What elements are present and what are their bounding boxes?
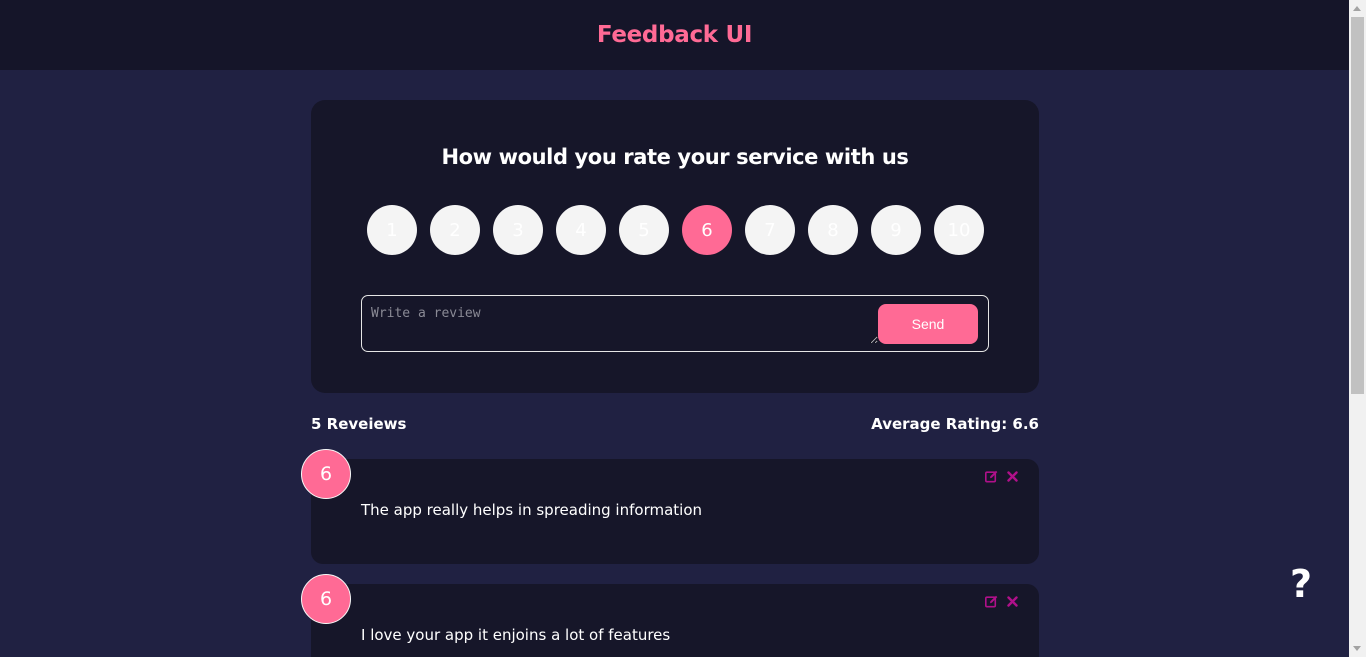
review-input[interactable]	[362, 296, 878, 344]
rating-option-7[interactable]: 7	[745, 205, 795, 255]
rating-option-4[interactable]: 4	[556, 205, 606, 255]
review-count: 5 Reveiews	[311, 415, 407, 433]
edit-icon[interactable]	[984, 594, 998, 608]
help-button[interactable]: ?	[1290, 562, 1312, 606]
review-text: I love your app it enjoins a lot of feat…	[361, 626, 671, 644]
scroll-up-icon[interactable]	[1353, 6, 1361, 11]
app-header: Feedback UI	[0, 0, 1349, 70]
edit-icon[interactable]	[984, 469, 998, 483]
review-stats: 5 Reveiews Average Rating: 6.6	[311, 415, 1039, 433]
feedback-app: Feedback UI How would you rate your serv…	[0, 0, 1349, 657]
rating-question: How would you rate your service with us	[441, 145, 909, 169]
review-actions	[984, 469, 1019, 483]
delete-icon[interactable]	[1005, 469, 1019, 483]
rating-option-8[interactable]: 8	[808, 205, 858, 255]
rating-option-6[interactable]: 6	[682, 205, 732, 255]
review-form: Send	[361, 295, 989, 352]
rating-option-9[interactable]: 9	[871, 205, 921, 255]
rating-option-5[interactable]: 5	[619, 205, 669, 255]
rating-selector: 1 2 3 4 5 6 7 8 9 10	[367, 205, 984, 255]
rating-option-10[interactable]: 10	[934, 205, 984, 255]
page-scrollbar[interactable]	[1349, 0, 1366, 657]
review-item: 6 I love your app it enjoins a lot of fe…	[301, 574, 1039, 657]
app-title: Feedback UI	[596, 22, 753, 48]
review-rating-badge: 6	[301, 449, 351, 499]
delete-icon[interactable]	[1005, 594, 1019, 608]
review-rating-badge: 6	[301, 574, 351, 624]
average-rating: Average Rating: 6.6	[871, 415, 1039, 433]
rating-card: How would you rate your service with us …	[311, 100, 1039, 393]
scroll-down-icon[interactable]	[1353, 646, 1361, 651]
rating-option-2[interactable]: 2	[430, 205, 480, 255]
review-actions	[984, 594, 1019, 608]
rating-option-1[interactable]: 1	[367, 205, 417, 255]
scrollbar-thumb[interactable]	[1351, 17, 1364, 394]
rating-option-3[interactable]: 3	[493, 205, 543, 255]
review-text: The app really helps in spreading inform…	[361, 501, 703, 519]
review-item: 6 The app really helps in spreading info…	[301, 449, 1039, 564]
send-button[interactable]: Send	[878, 304, 978, 344]
